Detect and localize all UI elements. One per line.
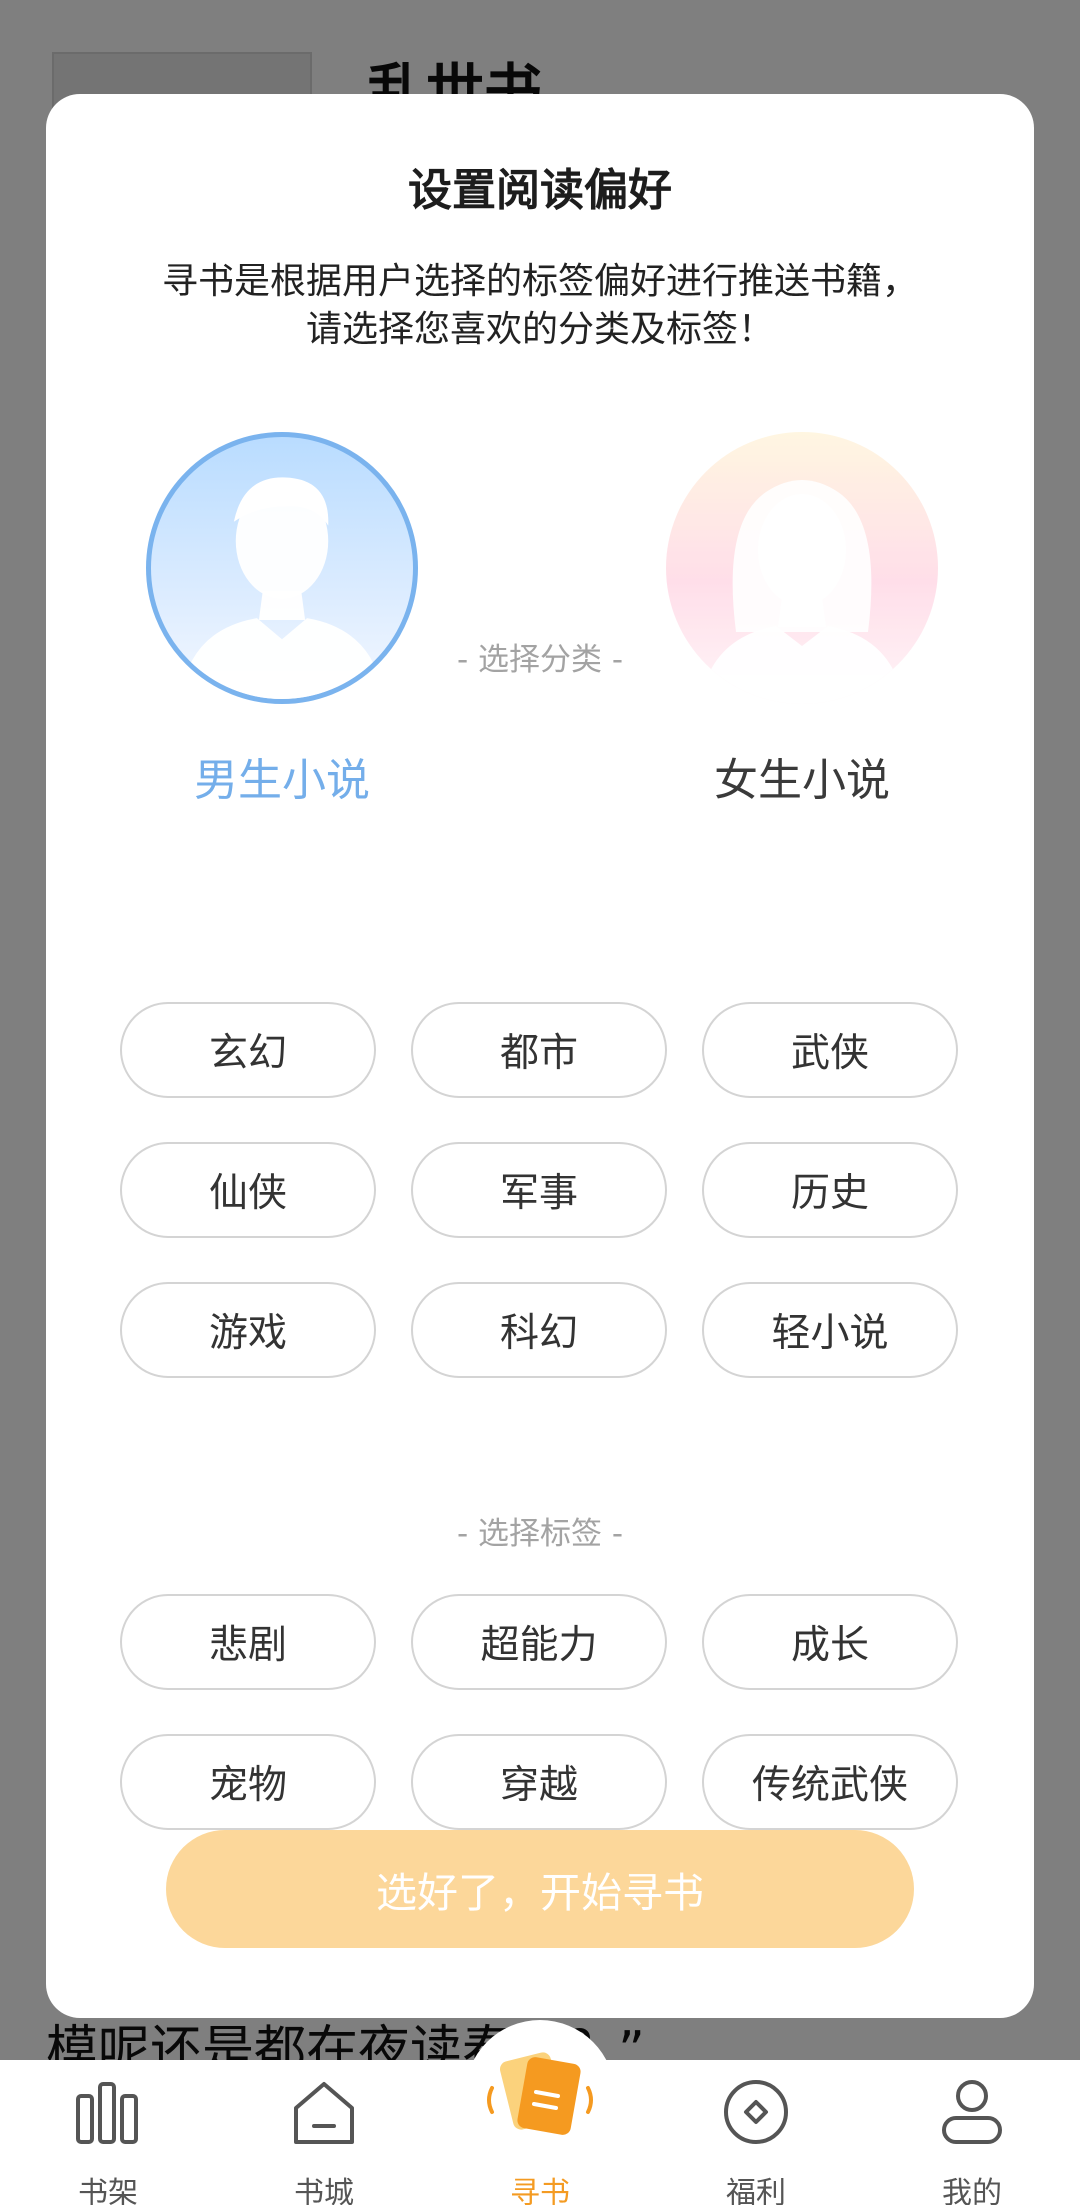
- bookshelf-icon: [76, 2082, 138, 2144]
- nav-label-welfare: 福利: [726, 2176, 786, 2205]
- tag-chip[interactable]: 成长: [702, 1594, 958, 1690]
- bookstore-icon: [294, 2082, 354, 2144]
- category-grid: 玄幻 都市 武侠 仙侠 军事 历史 游戏 科幻 轻小说: [120, 1002, 964, 1378]
- nav-label-find-book: 寻书: [510, 2176, 570, 2205]
- category-chip[interactable]: 历史: [702, 1142, 958, 1238]
- reading-preference-dialog: 设置阅读偏好 寻书是根据用户选择的标签偏好进行推送书籍， 请选择您喜欢的分类及标…: [46, 94, 1034, 2018]
- tag-section-header: - 选择标签 -: [456, 1516, 624, 1552]
- nav-item-profile[interactable]: 我的: [864, 2060, 1080, 2205]
- bottom-nav: 书架 书城 寻书 福利 我的: [0, 2020, 1080, 2205]
- nav-label-profile: 我的: [942, 2176, 1002, 2205]
- start-search-button[interactable]: 选好了，开始寻书: [166, 1830, 914, 1948]
- nav-label-bookstore: 书城: [294, 2176, 354, 2205]
- nav-item-find-book[interactable]: 寻书: [432, 2020, 648, 2205]
- tag-chip[interactable]: 穿越: [411, 1734, 667, 1830]
- description-line-2: 请选择您喜欢的分类及标签！: [305, 309, 774, 350]
- tag-chip[interactable]: 超能力: [411, 1594, 667, 1690]
- category-chip[interactable]: 军事: [411, 1142, 667, 1238]
- female-novel-label[interactable]: 女生小说: [666, 744, 938, 808]
- category-chip[interactable]: 仙侠: [120, 1142, 376, 1238]
- female-novel-option[interactable]: 女生小说: [666, 432, 938, 808]
- tag-chip[interactable]: 传统武侠: [702, 1734, 958, 1830]
- description-line-1: 寻书是根据用户选择的标签偏好进行推送书籍，: [161, 261, 918, 302]
- find-book-icon: [487, 2052, 593, 2135]
- tag-chip[interactable]: 悲剧: [120, 1594, 376, 1690]
- category-chip[interactable]: 科幻: [411, 1282, 667, 1378]
- welfare-icon: [724, 2080, 788, 2144]
- nav-label-bookshelf: 书架: [78, 2176, 138, 2205]
- nav-item-welfare[interactable]: 福利: [648, 2060, 864, 2205]
- category-chip[interactable]: 武侠: [702, 1002, 958, 1098]
- category-section-header: - 选择分类 -: [456, 642, 624, 678]
- category-chip[interactable]: 玄幻: [120, 1002, 376, 1098]
- profile-icon: [942, 2080, 1002, 2144]
- tag-grid: 悲剧 超能力 成长 宠物 穿越 传统武侠: [120, 1594, 964, 1830]
- male-novel-label[interactable]: 男生小说: [146, 744, 418, 808]
- dialog-description: 寻书是根据用户选择的标签偏好进行推送书籍， 请选择您喜欢的分类及标签！: [106, 258, 974, 354]
- male-novel-option[interactable]: 男生小说: [146, 432, 418, 808]
- category-chip[interactable]: 游戏: [120, 1282, 376, 1378]
- category-chip[interactable]: 轻小说: [702, 1282, 958, 1378]
- dialog-title: 设置阅读偏好: [408, 165, 672, 216]
- nav-item-bookshelf[interactable]: 书架: [0, 2060, 216, 2205]
- tag-chip[interactable]: 宠物: [120, 1734, 376, 1830]
- nav-item-bookstore[interactable]: 书城: [216, 2060, 432, 2205]
- category-chip[interactable]: 都市: [411, 1002, 667, 1098]
